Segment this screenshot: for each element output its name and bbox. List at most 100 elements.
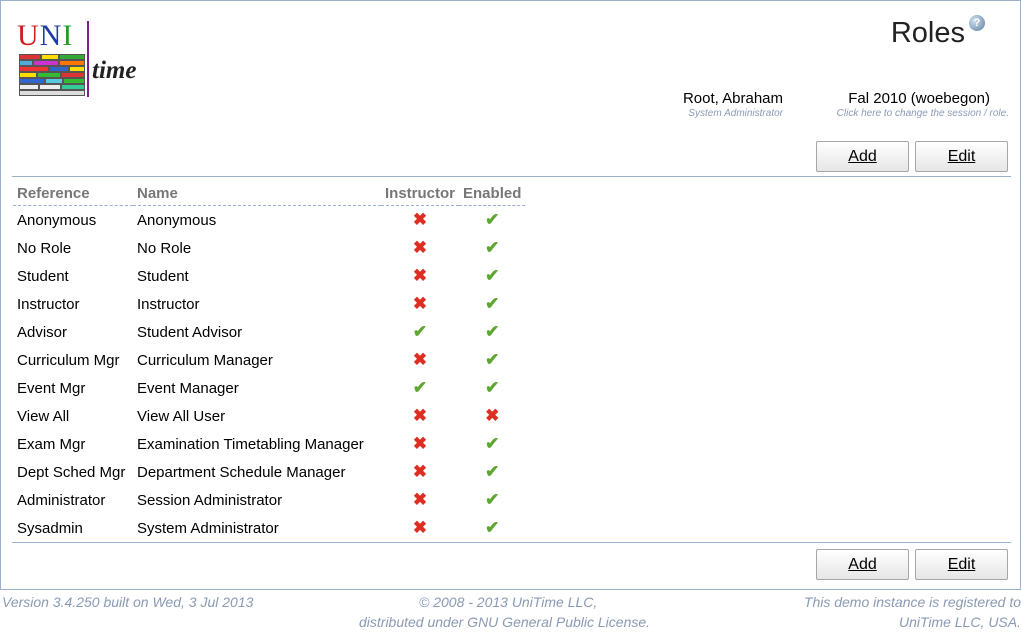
check-icon: ✔: [485, 210, 500, 229]
cross-icon: ✖: [412, 462, 428, 481]
role-reference: Exam Mgr: [17, 435, 86, 453]
cross-icon: ✖: [412, 350, 428, 369]
role-reference: Sysadmin: [17, 519, 83, 537]
edit-button-top[interactable]: Edit: [915, 141, 1008, 172]
table-row[interactable]: Student Student ✖ ✔: [13, 262, 525, 290]
logo-time-text: time: [92, 57, 137, 84]
check-icon: ✔: [485, 434, 500, 453]
role-enabled-cell: ✔: [459, 486, 525, 514]
roles-table: Reference Name Instructor Enabled Anonym…: [13, 182, 526, 542]
role-name: Department Schedule Manager: [137, 463, 346, 481]
role-name: Instructor: [137, 295, 200, 313]
check-icon: ✔: [485, 378, 500, 397]
role-enabled-cell: ✔: [459, 458, 525, 486]
role-name: No Role: [137, 239, 192, 257]
cross-icon: ✖: [485, 406, 500, 425]
cross-icon: ✖: [412, 490, 428, 509]
table-row[interactable]: Curriculum Mgr Curriculum Manager ✖ ✔: [13, 346, 525, 374]
column-header-name[interactable]: Name: [133, 182, 381, 206]
role-reference: Instructor: [17, 295, 80, 313]
footer-copyright-line1: © 2008 - 2013 UniTime LLC,: [419, 594, 598, 610]
check-icon: ✔: [485, 462, 500, 481]
role-reference: Curriculum Mgr: [17, 351, 120, 369]
column-header-instructor[interactable]: Instructor: [381, 182, 460, 206]
role-instructor-cell: ✖: [381, 458, 459, 486]
role-name: Event Manager: [137, 379, 239, 397]
role-instructor-cell: ✖: [381, 262, 459, 290]
column-header-enabled[interactable]: Enabled: [459, 182, 526, 206]
role-name: Session Administrator: [137, 491, 283, 509]
role-enabled-cell: ✔: [459, 346, 525, 374]
edit-button-bottom[interactable]: Edit: [915, 549, 1008, 580]
role-instructor-cell: ✔: [381, 374, 459, 402]
session-change-link[interactable]: Click here to change the session / role.: [837, 108, 1009, 119]
check-icon: ✔: [485, 266, 500, 285]
table-row[interactable]: View All View All User ✖ ✖: [13, 402, 525, 430]
user-name: Root, Abraham: [682, 90, 783, 107]
table-row[interactable]: Advisor Student Advisor ✔ ✔: [13, 318, 525, 346]
role-reference: Student: [17, 267, 69, 285]
footer-version: Version 3.4.250 built on Wed, 3 Jul 2013: [2, 594, 254, 610]
table-row[interactable]: Exam Mgr Examination Timetabling Manager ✖…: [13, 430, 525, 458]
divider-bottom: [12, 542, 1011, 543]
table-row[interactable]: Administrator Session Administrator ✖ ✔: [13, 486, 525, 514]
role-enabled-cell: ✔: [459, 262, 525, 290]
role-instructor-cell: ✖: [381, 234, 459, 262]
role-enabled-cell: ✔: [459, 206, 525, 235]
cross-icon: ✖: [412, 406, 428, 425]
add-button-bottom[interactable]: Add: [816, 549, 909, 580]
table-row[interactable]: Event Mgr Event Manager ✔ ✔: [13, 374, 525, 402]
role-reference: View All: [17, 407, 70, 425]
user-role: System Administrator: [688, 108, 783, 119]
check-icon: ✔: [485, 238, 500, 257]
role-enabled-cell: ✔: [459, 514, 525, 542]
logo-wordmark: UNI: [17, 19, 74, 52]
cross-icon: ✖: [412, 518, 428, 537]
footer-registered-line2: UniTime LLC, USA.: [898, 614, 1021, 630]
add-button-top[interactable]: Add: [816, 141, 909, 172]
role-enabled-cell: ✖: [459, 402, 525, 430]
role-instructor-cell: ✖: [381, 430, 459, 458]
column-header-reference[interactable]: Reference: [13, 182, 133, 206]
role-name: Anonymous: [137, 211, 217, 229]
check-icon: ✔: [485, 490, 500, 509]
table-row[interactable]: No Role No Role ✖ ✔: [13, 234, 525, 262]
table-row[interactable]: Instructor Instructor ✖ ✔: [13, 290, 525, 318]
role-name: Examination Timetabling Manager: [137, 435, 364, 453]
help-icon[interactable]: ?: [969, 15, 985, 31]
cross-icon: ✖: [412, 238, 428, 257]
role-reference: No Role: [17, 239, 72, 257]
check-icon: ✔: [485, 350, 500, 369]
session-name[interactable]: Fal 2010 (woebegon): [848, 90, 990, 107]
table-row[interactable]: Anonymous Anonymous ✖ ✔: [13, 206, 525, 235]
role-enabled-cell: ✔: [459, 430, 525, 458]
cross-icon: ✖: [412, 294, 428, 313]
table-row[interactable]: Sysadmin System Administrator ✖ ✔: [13, 514, 525, 542]
cross-icon: ✖: [412, 434, 428, 453]
role-enabled-cell: ✔: [459, 290, 525, 318]
role-instructor-cell: ✖: [381, 486, 459, 514]
role-name: System Administrator: [137, 519, 279, 537]
cross-icon: ✖: [412, 210, 428, 229]
check-icon: ✔: [485, 518, 500, 537]
table-row[interactable]: Dept Sched Mgr Department Schedule Manage…: [13, 458, 525, 486]
role-instructor-cell: ✖: [381, 402, 459, 430]
role-name: View All User: [137, 407, 226, 425]
role-reference: Administrator: [17, 491, 106, 509]
role-instructor-cell: ✖: [381, 346, 459, 374]
role-enabled-cell: ✔: [459, 318, 525, 346]
role-instructor-cell: ✖: [381, 206, 459, 235]
role-instructor-cell: ✖: [381, 514, 459, 542]
footer-registered-line1: This demo instance is registered to: [803, 594, 1021, 610]
role-enabled-cell: ✔: [459, 234, 525, 262]
role-reference: Anonymous: [17, 211, 97, 229]
role-reference: Dept Sched Mgr: [17, 463, 126, 481]
unitime-logo[interactable]: UNI time: [17, 21, 157, 101]
cross-icon: ✖: [412, 266, 428, 285]
page-title: Roles: [890, 17, 965, 49]
table-header-row: Reference Name Instructor Enabled: [13, 182, 526, 206]
check-icon: ✔: [412, 378, 428, 397]
check-icon: ✔: [485, 322, 500, 341]
role-instructor-cell: ✖: [381, 290, 459, 318]
main-panel: UNI time Roles ? Root, Abraham System Ad…: [0, 0, 1021, 590]
